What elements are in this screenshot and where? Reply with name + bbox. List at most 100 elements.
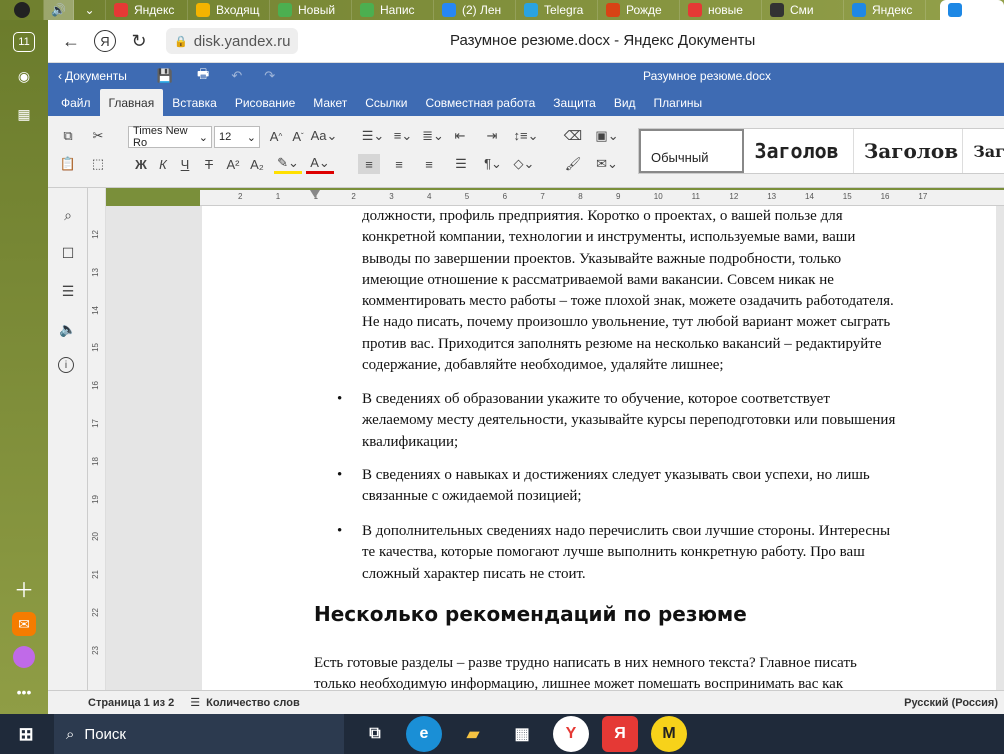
- style-preset[interactable]: Заг: [963, 129, 1004, 173]
- copy-style-icon[interactable]: 🖌: [562, 154, 584, 174]
- browser-tab[interactable]: Входящ: [188, 0, 270, 20]
- font-size-select[interactable]: 12 ⌄: [214, 126, 260, 148]
- shading-icon[interactable]: ◇⌄: [510, 154, 538, 174]
- browser-tab[interactable]: Яндекс: [844, 0, 926, 20]
- numbering-icon[interactable]: ≡⌄: [390, 126, 416, 146]
- bold-icon[interactable]: Ж: [132, 154, 150, 174]
- browser-tab[interactable]: Новый: [270, 0, 352, 20]
- menu-tab[interactable]: Ссылки: [356, 89, 416, 116]
- cut-icon[interactable]: ✂: [88, 126, 108, 146]
- document-page[interactable]: должности, профиль предприятия. Коротко …: [202, 206, 996, 690]
- browser-tab[interactable]: Сми: [762, 0, 844, 20]
- camera-icon[interactable]: ◉: [10, 62, 38, 90]
- back-arrow-icon[interactable]: ←: [56, 26, 86, 56]
- style-preset[interactable]: Заголов: [744, 129, 854, 173]
- yandex-browser-icon[interactable]: Y: [553, 716, 589, 752]
- word-count-icon[interactable]: ☰: [190, 696, 200, 709]
- style-preset[interactable]: Обычный: [639, 129, 745, 173]
- tabs-dropdown[interactable]: ⌄: [74, 0, 106, 20]
- menu-tab[interactable]: Макет: [304, 89, 356, 116]
- file-explorer-icon[interactable]: ▰: [455, 716, 491, 752]
- multilevel-list-icon[interactable]: ≣⌄: [420, 126, 446, 146]
- copy-icon[interactable]: ⧉: [58, 126, 78, 146]
- bullets-icon[interactable]: ☰⌄: [360, 126, 386, 146]
- browser-tab[interactable]: новые: [680, 0, 762, 20]
- browser-tab[interactable]: Telegra: [516, 0, 598, 20]
- select-all-icon[interactable]: ⬚: [88, 154, 108, 174]
- navigation-icon[interactable]: ☰: [58, 281, 78, 301]
- italic-icon[interactable]: К: [154, 154, 172, 174]
- font-name-select[interactable]: Times New Ro ⌄: [128, 125, 212, 149]
- menu-tab[interactable]: Защита: [544, 89, 605, 116]
- paste-icon[interactable]: 📋: [58, 154, 78, 174]
- language-label[interactable]: Русский (Россия): [904, 697, 998, 709]
- yandex-market-icon[interactable]: M: [651, 716, 687, 752]
- redo-icon[interactable]: ↷: [264, 68, 275, 84]
- word-count-label[interactable]: Количество слов: [206, 697, 300, 709]
- yandex-logo-icon[interactable]: Я: [94, 30, 116, 52]
- tab-active-yandex-docs[interactable]: [940, 0, 1004, 20]
- speech-icon[interactable]: 🔈: [58, 319, 78, 339]
- tab-sound[interactable]: 🔊: [44, 0, 74, 20]
- save-icon[interactable]: 💾: [157, 68, 173, 84]
- taskbar-search[interactable]: ⌕ Поиск: [54, 714, 344, 754]
- increase-indent-icon[interactable]: ⇥: [482, 126, 502, 146]
- menu-tab[interactable]: Рисование: [226, 89, 304, 116]
- edge-icon[interactable]: e: [406, 716, 442, 752]
- menu-tab[interactable]: Плагины: [645, 89, 712, 116]
- undo-icon[interactable]: ↶: [231, 68, 242, 84]
- profile-avatar[interactable]: [0, 0, 44, 20]
- menu-tab[interactable]: Вставка: [163, 89, 226, 116]
- more-icon[interactable]: •••: [10, 678, 38, 706]
- align-center-icon[interactable]: ≡: [388, 154, 410, 174]
- horizontal-ruler[interactable]: 2 1 1 2 3 4 5 6 7 8 9 10 11 12 13 14 15 16 17: [200, 190, 1004, 206]
- indent-marker[interactable]: [310, 190, 320, 198]
- change-case-icon[interactable]: Aa⌄: [310, 126, 338, 146]
- browser-tab[interactable]: (2) Лен: [434, 0, 516, 20]
- clear-format-icon[interactable]: ⌫: [562, 126, 584, 146]
- subscript-icon[interactable]: A₂: [248, 154, 266, 174]
- reload-icon[interactable]: ↻: [124, 26, 154, 56]
- back-to-documents-button[interactable]: ‹ Документы: [58, 69, 127, 83]
- browser-tab[interactable]: Яндекс: [106, 0, 188, 20]
- info-icon[interactable]: i: [58, 357, 74, 373]
- color-scheme-icon[interactable]: ▣⌄: [592, 126, 622, 146]
- mail-merge-icon[interactable]: ✉⌄: [592, 154, 622, 174]
- decrease-indent-icon[interactable]: ⇤: [450, 126, 470, 146]
- align-left-icon[interactable]: ≡: [358, 154, 380, 174]
- align-right-icon[interactable]: ≡: [418, 154, 440, 174]
- text-line: Не надо писать, почему произошло увольне…: [362, 314, 891, 331]
- disk-icon: [852, 3, 866, 17]
- tabs-count-button[interactable]: 11: [13, 32, 35, 52]
- superscript-icon[interactable]: A²: [224, 154, 242, 174]
- menu-tab[interactable]: Главная: [99, 89, 164, 116]
- windows-start-icon[interactable]: ⊞: [8, 716, 44, 752]
- menu-tab[interactable]: Вид: [605, 89, 645, 116]
- apps-grid-icon[interactable]: ▦: [10, 100, 38, 128]
- url-field[interactable]: 🔒 disk.yandex.ru: [166, 28, 299, 54]
- search-icon[interactable]: ⌕: [58, 205, 78, 225]
- strikethrough-icon[interactable]: Т: [200, 154, 218, 174]
- browser-tab[interactable]: Рожде: [598, 0, 680, 20]
- line-spacing-icon[interactable]: ↕≡⌄: [512, 126, 540, 146]
- highlight-icon[interactable]: ✎⌄: [274, 154, 302, 174]
- style-preset[interactable]: Заголов: [854, 129, 964, 173]
- mail-app-icon[interactable]: ✉: [12, 612, 36, 636]
- comments-icon[interactable]: ☐: [58, 243, 78, 263]
- alice-icon[interactable]: [13, 646, 35, 668]
- add-icon[interactable]: ＋: [10, 574, 38, 602]
- print-icon[interactable]: 🖶: [197, 65, 209, 87]
- vruler-tick: 20: [91, 532, 100, 542]
- nonprinting-icon[interactable]: ¶⌄: [480, 154, 506, 174]
- underline-icon[interactable]: Ч: [176, 154, 194, 174]
- menu-tab[interactable]: Файл: [52, 89, 100, 116]
- decrease-font-icon[interactable]: Aˇ: [288, 126, 308, 146]
- font-color-icon[interactable]: A⌄: [306, 154, 334, 174]
- store-icon[interactable]: ▦: [504, 716, 540, 752]
- task-view-icon[interactable]: ⧉: [357, 716, 393, 752]
- browser-tab[interactable]: Напис: [352, 0, 434, 20]
- yandex-icon[interactable]: Я: [602, 716, 638, 752]
- increase-font-icon[interactable]: A ^: [266, 126, 286, 146]
- justify-icon[interactable]: ☰: [450, 154, 472, 174]
- menu-tab[interactable]: Совместная работа: [416, 89, 544, 116]
